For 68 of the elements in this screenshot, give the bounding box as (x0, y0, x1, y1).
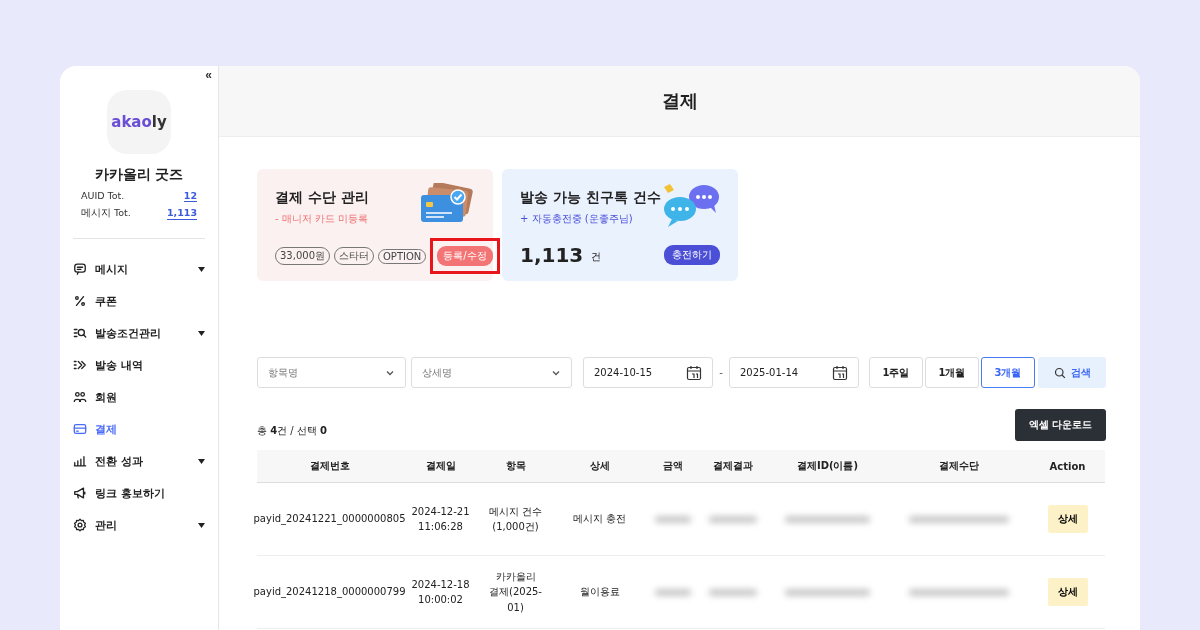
card-notice: - 매니저 카드 미등록 (275, 212, 370, 226)
percent-icon (73, 294, 87, 308)
card-notice: + 자동충전중 (운좋주님) (520, 212, 634, 226)
column-header: 결제수단 (938, 459, 980, 473)
detail-button[interactable]: 상세 (1047, 578, 1088, 606)
stat-label: AUID Tot. (81, 190, 125, 202)
menu-item[interactable]: 결제 (73, 413, 205, 445)
gear-icon (73, 518, 87, 532)
logo: akaoly (107, 90, 171, 154)
period-button[interactable]: 1주일 (869, 357, 923, 388)
card-title: 발송 가능 친구톡 건수 (520, 189, 662, 207)
table-cell-text: 2024-12-18 10:00:02 (410, 577, 471, 607)
item-select[interactable]: 항목명 (257, 357, 406, 388)
detail-button[interactable]: 상세 (1047, 505, 1088, 533)
blurred-text (654, 588, 692, 596)
stat-label: 메시지 Tot. (81, 207, 131, 220)
detail-select[interactable]: 상세명 (411, 357, 572, 388)
blurred-text (654, 515, 692, 523)
column-header: 결제결과 (712, 459, 754, 473)
count-unit: 건 (591, 250, 602, 264)
menu-item[interactable]: 링크 홍보하기 (73, 477, 205, 509)
page-title: 결제 (219, 66, 1140, 137)
megaphone-icon (73, 486, 87, 500)
column-header: 결제ID(이름) (795, 459, 860, 473)
column-header: 상세 (588, 459, 611, 473)
stat-link[interactable]: 1,113 (166, 207, 197, 220)
end-date-field[interactable]: 2025-01-14 (729, 357, 859, 388)
excel-download-button[interactable]: 엑셀 다운로드 (1014, 409, 1106, 441)
message-count: 1,113 (520, 243, 584, 267)
search-icon (1053, 366, 1066, 379)
column-header: 항목 (504, 459, 527, 473)
table-cell-text: 메시지 건수 (1,000건) (487, 504, 544, 534)
column-header: 금액 (662, 459, 684, 473)
menu-item[interactable]: 관리 (73, 509, 205, 541)
table-cell-text: 2024-12-21 11:06:28 (410, 504, 471, 534)
bar-chart-icon (73, 454, 87, 468)
charge-button[interactable]: 충전하기 (664, 245, 720, 265)
search-button[interactable]: 검색 (1038, 357, 1106, 388)
period-button[interactable]: 1개월 (925, 357, 979, 388)
date-separator: - (718, 367, 724, 378)
table-cell-text: 월이용료 (578, 585, 621, 600)
menu-item[interactable]: 메시지 (73, 253, 205, 285)
menu-item[interactable]: 회원 (73, 381, 205, 413)
speech-bubble-icon (73, 262, 87, 276)
shop-name: 카카올리 굿즈 (94, 166, 184, 184)
column-header: 결제일 (424, 459, 457, 473)
calendar-icon (832, 364, 848, 381)
search-list-icon (73, 326, 87, 340)
card-title: 결제 수단 관리 (275, 189, 370, 207)
forward-arrows-icon (73, 358, 87, 372)
table-cell-text: 카카올리 결제(2025- 01) (488, 569, 543, 615)
blurred-text (709, 515, 757, 523)
column-header: 결제번호 (308, 459, 351, 473)
summary-text: 총 4건 / 선택 0 (257, 424, 328, 438)
calendar-icon (686, 364, 702, 381)
menu-item[interactable]: 발송조건관리 (73, 317, 205, 349)
menu-item[interactable]: 전환 성과 (73, 445, 205, 477)
column-header: Action (1048, 459, 1087, 474)
stat-link[interactable]: 12 (183, 190, 197, 202)
people-icon (73, 390, 87, 404)
menu-item[interactable]: 발송 내역 (73, 349, 205, 381)
menu-item[interactable]: 쿠폰 (73, 285, 205, 317)
credit-card-icon (73, 422, 87, 436)
period-button[interactable]: 3개월 (981, 357, 1035, 388)
start-date-field[interactable]: 2024-10-15 (583, 357, 713, 388)
blurred-text (709, 588, 757, 596)
collapse-button[interactable]: « (205, 68, 212, 82)
table-cell-text: 메시지 충전 (571, 512, 628, 527)
